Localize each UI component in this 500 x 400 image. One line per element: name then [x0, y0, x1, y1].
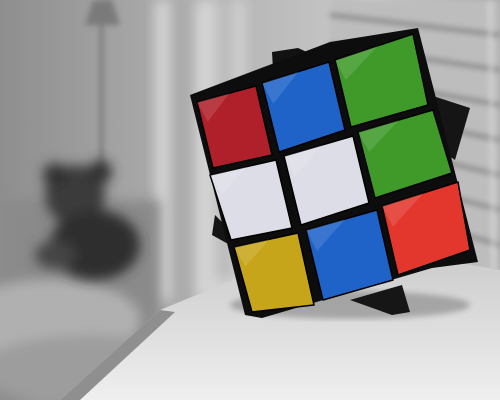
photo-canvas: [0, 0, 500, 400]
photo-scene: [0, 0, 500, 400]
